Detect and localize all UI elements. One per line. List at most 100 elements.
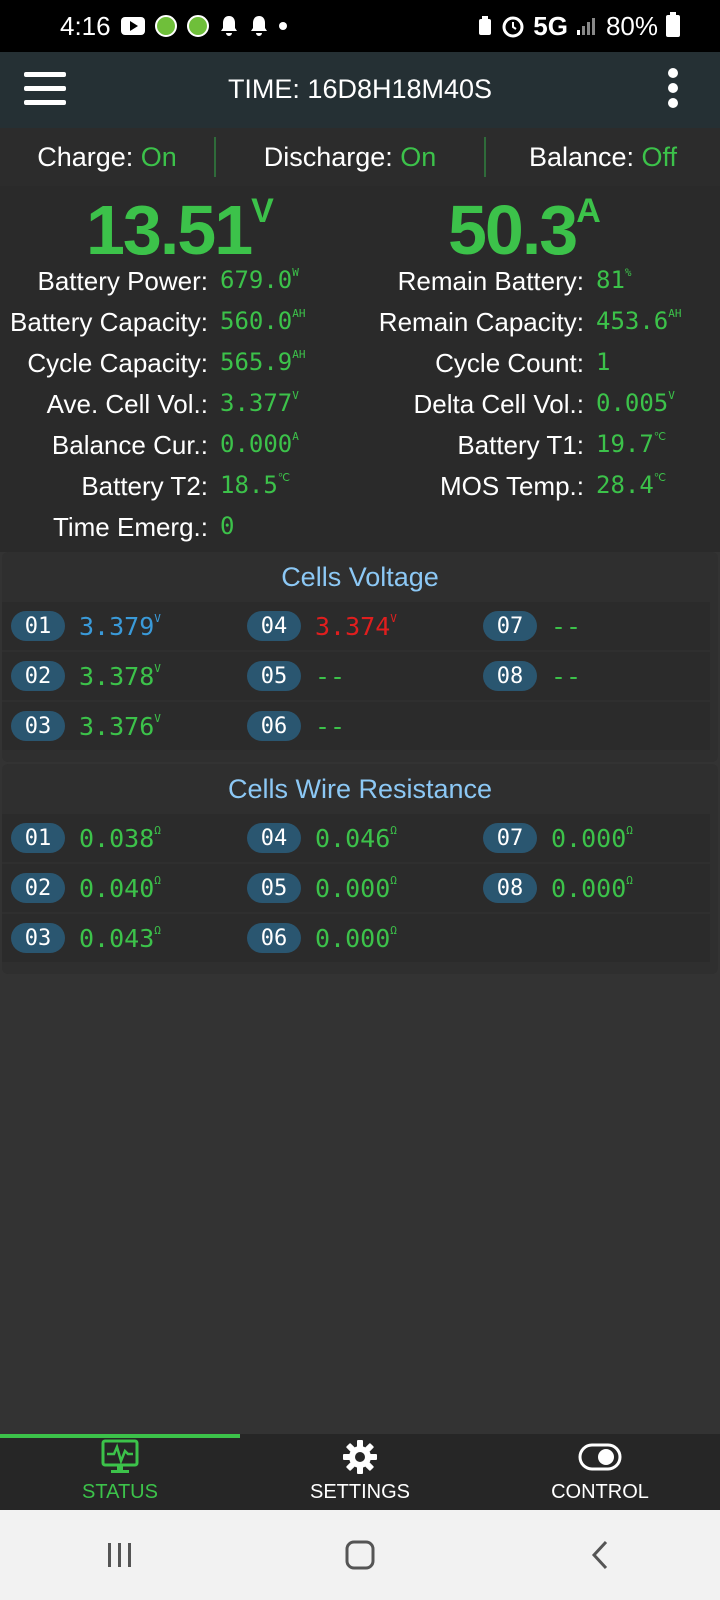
cell-value: 3.374V [315,612,397,641]
cell-value-number: 0.038 [79,823,155,853]
metric-unit: ℃ [653,430,667,443]
cell-value-unit: Ω [626,823,633,837]
total-current: 50.3A [448,190,601,270]
empty-cell [474,914,710,962]
app-notification-icon [186,15,209,37]
alarm-icon [501,14,525,38]
cell-value-number: 0.000 [551,873,627,903]
cell-value-unit: Ω [154,873,161,887]
metric-label: Battery Capacity: [10,307,208,337]
metric-number: 18.5 [220,471,278,499]
bell-icon [219,15,239,37]
cell-value-unit: Ω [154,823,161,837]
toggle-icon [578,1437,622,1477]
charge-state: Charge: On [0,142,214,173]
cell-value-number: 0.043 [79,923,155,953]
cell-number-badge: 07 [483,823,537,853]
tab-settings-label: SETTINGS [309,1481,410,1503]
cell-number-badge: 04 [247,823,301,853]
tab-control[interactable]: CONTROL [480,1434,720,1510]
cells-voltage-title: Cells Voltage [281,562,439,592]
cell-value: 0.000Ω [551,824,633,853]
metric-value: 28.4℃ [596,471,720,512]
more-notifications-icon [278,22,287,30]
balance-label: Balance: [528,141,642,172]
cell-value-number: 0.000 [315,923,391,953]
battery-icon [666,12,680,37]
metric-label: Battery Power: [37,266,208,296]
cell-value: 0.040Ω [79,874,161,903]
recent-apps-button[interactable] [70,1525,170,1585]
cell-number-badge: 01 [11,823,65,853]
cell-number-badge: 05 [247,873,301,903]
cell-value-number: 3.379 [79,611,155,641]
metric-label: Cycle Capacity: [27,348,208,378]
network-type: 5G [533,10,568,41]
metric-unit: AH [292,348,306,361]
tab-status[interactable]: STATUS [0,1434,240,1510]
cell-number-badge: 04 [247,611,301,641]
back-icon [591,1540,608,1570]
metric-number: 3.377 [220,389,293,417]
page-title: TIME: 16D8H18M40S [227,74,493,104]
cell-value: 3.379V [79,612,161,641]
metric-label: Delta Cell Vol.: [413,389,584,419]
metric-value: 19.7℃ [596,430,720,471]
cell-value-number: -- [315,711,346,741]
cell-value-unit: Ω [390,823,397,837]
cell-value: -- [315,712,345,741]
current-unit: A [576,192,601,230]
metric-label: Ave. Cell Vol.: [46,389,208,419]
cell-value: 0.000Ω [315,874,397,903]
cell-item: 03 3.376V [2,702,238,750]
metric-value: 0.000A [220,430,360,471]
clock: 4:16 [60,10,111,41]
metric-label: Balance Cur.: [51,430,208,460]
cell-value-number: 0.046 [315,823,391,853]
cell-item: 04 0.046Ω [238,814,474,862]
home-button[interactable] [310,1525,410,1585]
more-options-icon[interactable] [666,68,680,112]
cell-item: 05 -- [238,652,474,700]
cell-number-badge: 02 [11,873,65,903]
cell-item: 02 0.040Ω [2,864,238,912]
cell-value: 3.378V [79,662,161,691]
cell-value: -- [315,662,345,691]
cells-resistance-grid: 01 0.038Ω 04 0.046Ω 07 0.000Ω 02 0.040Ω 05 0.000Ω… [2,814,718,962]
cell-value-unit: Ω [154,923,161,937]
cell-item: 06 0.000Ω [238,914,474,962]
back-button[interactable] [550,1525,650,1585]
metric-unit: V [292,389,299,402]
metric-value: 0 [220,512,360,553]
cell-value-number: 0.000 [551,823,627,853]
cell-value-number: 3.374 [315,611,391,641]
metric-label: Battery T2: [81,471,208,501]
metric-value: 560.0AH [220,307,360,348]
cell-number-badge: 01 [11,611,65,641]
cell-value-number: 3.376 [79,711,155,741]
metric-unit: V [668,389,675,402]
home-icon [345,1540,375,1570]
cell-value-unit: V [154,661,161,675]
system-navigation-bar [0,1510,720,1600]
metric-value: 18.5℃ [220,471,360,512]
tab-status-label: STATUS [82,1481,158,1503]
cell-value: -- [551,662,581,691]
metric-label: MOS Temp.: [439,471,584,501]
metric-label: Cycle Count: [435,348,584,378]
cells-resistance-title: Cells Wire Resistance [227,774,493,804]
empty-cell [474,702,710,750]
cell-item: 08 0.000Ω [474,864,710,912]
cell-number-badge: 03 [11,923,65,953]
system-status-bar: 4:16 5G 80% [0,0,720,52]
tab-settings[interactable]: SETTINGS [240,1434,480,1510]
discharge-label: Discharge: [263,141,401,172]
cells-resistance-panel: Cells Wire Resistance 01 0.038Ω 04 0.046Ω 07… [2,764,718,974]
metric-number: 1 [596,348,611,376]
cell-item: 05 0.000Ω [238,864,474,912]
metric-unit: ℃ [277,471,291,484]
cell-value-unit: V [390,611,397,625]
metric-number: 81 [596,266,625,294]
metric-value: 679.0W [220,266,360,307]
metric-unit: A [292,430,299,443]
